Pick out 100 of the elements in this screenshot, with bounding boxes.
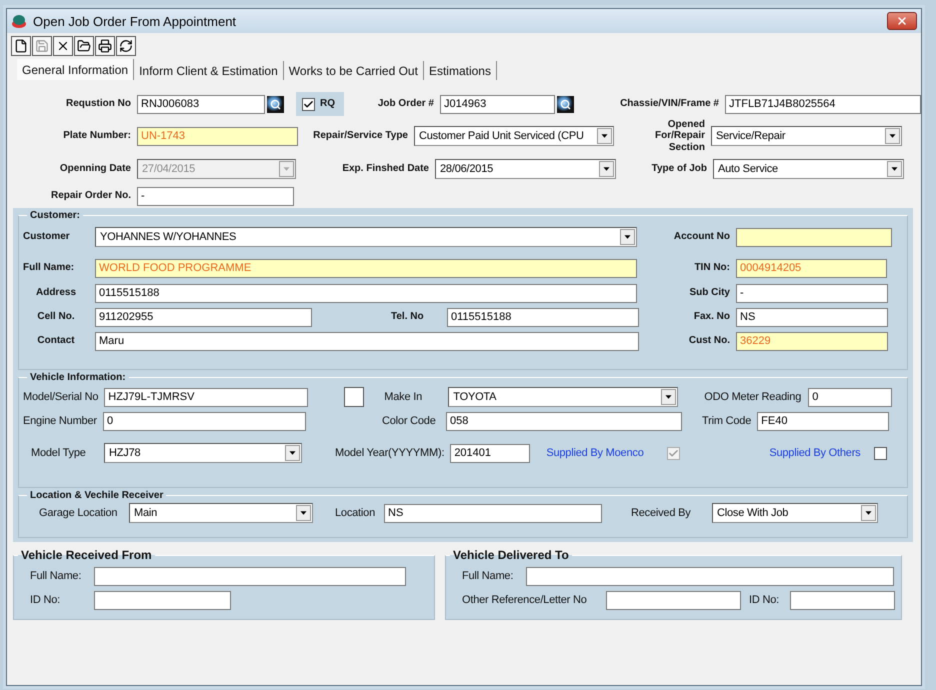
text-field[interactable] [736, 228, 892, 246]
field-label: Location [335, 506, 376, 520]
text-field[interactable]: - [736, 284, 888, 302]
caret-icon [285, 445, 300, 461]
field-label: Customer [23, 231, 71, 243]
field-label: Trim Code [702, 414, 752, 428]
field-label: Cell No. [36, 311, 76, 323]
dropdown[interactable]: HZJ78 [104, 443, 302, 463]
field-label: ID No: [30, 594, 61, 606]
group-title: Vehicle Delivered To [452, 548, 570, 562]
field-label: Repair Order No. [50, 190, 131, 202]
field-label: Full Name: [23, 262, 76, 274]
caret-icon [296, 505, 311, 521]
text-field[interactable]: FE40 [757, 412, 890, 430]
field-label: Fax. No [692, 311, 730, 323]
field-label: Make In [384, 390, 423, 404]
field-label: Requstion No [65, 98, 131, 110]
group-title: Location & Vechile Receiver [29, 490, 164, 501]
field-label: Received By [631, 506, 692, 520]
field-label: Exp. Finshed Date [341, 163, 429, 175]
text-field[interactable]: 058 [446, 412, 682, 430]
printer-icon [98, 39, 112, 53]
text-field[interactable] [94, 566, 406, 586]
checkbox[interactable] [874, 446, 888, 460]
field-label: Type of Job [650, 163, 707, 175]
dropdown[interactable]: Close With Job [712, 503, 878, 523]
print-button[interactable] [95, 36, 115, 56]
tab[interactable]: Works to be Carried Out [284, 61, 424, 80]
field-label: Supplied By Moenco [546, 446, 645, 460]
dropdown[interactable]: YOHANNES W/YOHANNES [95, 227, 637, 247]
field-label: Job Order # [376, 98, 434, 110]
dropdown[interactable]: Customer Paid Unit Serviced (CPU [414, 126, 614, 146]
text-field[interactable]: RNJ006083 [137, 94, 265, 114]
dropdown[interactable]: Service/Repair [711, 126, 902, 146]
caret-icon [599, 161, 614, 177]
field-label: Plate Number: [62, 130, 131, 142]
text-field[interactable] [606, 590, 741, 610]
text-field[interactable]: HZJ79L-TJMRSV [104, 388, 308, 406]
field-label: Openning Date [58, 163, 131, 175]
text-field[interactable]: 0 [808, 388, 892, 406]
dropdown[interactable]: 28/06/2015 [435, 159, 616, 179]
field-label: Account No [672, 231, 730, 243]
text-field[interactable]: NS [384, 504, 602, 522]
field-label: Repair/Service Type [312, 130, 408, 142]
field-label: Garage Location [39, 506, 118, 520]
group-title: Vehicle Information: [29, 372, 127, 383]
text-field[interactable] [790, 590, 895, 610]
field-label: Other Reference/Letter No [462, 594, 588, 606]
caret-icon [887, 161, 902, 177]
close-icon [896, 15, 908, 27]
field-label: Model Year(YYYYMM): [335, 446, 444, 460]
dropdown[interactable]: Auto Service [713, 159, 904, 179]
close-icon [56, 39, 70, 53]
open-button[interactable] [74, 36, 94, 56]
tab[interactable]: Estimations [424, 61, 497, 80]
checkbox[interactable] [302, 98, 315, 110]
field-label: Engine Number [23, 414, 97, 428]
checkbox[interactable] [344, 387, 364, 407]
field-label: ID No: [749, 594, 780, 606]
text-field[interactable]: 0 [103, 412, 306, 430]
caret-icon [279, 161, 294, 177]
field-label: Contact [36, 335, 76, 347]
field-label: Model/Serial No [23, 390, 98, 404]
refresh-button[interactable] [116, 36, 136, 56]
text-field[interactable] [526, 566, 894, 586]
text-field[interactable]: - [137, 186, 294, 206]
search-icon[interactable] [557, 96, 574, 112]
search-icon[interactable] [267, 96, 284, 112]
dropdown[interactable]: Main [129, 503, 313, 523]
field-label: Color Code [382, 414, 437, 428]
new-button[interactable] [11, 36, 31, 56]
group-title: Customer: [29, 210, 82, 221]
text-field[interactable] [94, 590, 231, 610]
text-field[interactable]: 911202955 [95, 308, 312, 326]
folder-icon [77, 39, 91, 53]
close-button[interactable] [887, 12, 917, 30]
text-field[interactable]: 201401 [450, 444, 530, 462]
caret-icon [661, 389, 676, 405]
field-label: Supplied By Others [769, 446, 862, 460]
tab[interactable]: General Information [17, 59, 134, 80]
field-label: Model Type [31, 446, 87, 460]
field-label: Sub City [688, 287, 730, 299]
text-field[interactable]: J014963 [440, 94, 555, 114]
delete-button[interactable] [53, 36, 73, 56]
field-label: TIN No: [693, 262, 730, 274]
field-label: Opened For/Repair Section [654, 118, 705, 154]
tab[interactable]: Inform Client & Estimation [134, 61, 284, 80]
text-field[interactable]: JTFLB71J4B8025564 [725, 94, 921, 114]
field-label: Full Name: [462, 570, 514, 582]
field-label: Full Name: [30, 570, 82, 582]
window-title: Open Job Order From Appointment [33, 14, 238, 28]
app-logo-icon [11, 13, 27, 29]
refresh-icon [119, 39, 133, 53]
group-title: Vehicle Received From [20, 548, 153, 562]
file-icon [14, 39, 28, 53]
dropdown[interactable]: TOYOTA [448, 387, 678, 407]
text-field[interactable]: Maru [95, 332, 639, 350]
text-field[interactable]: 0115515188 [95, 284, 637, 302]
text-field[interactable]: 0115515188 [447, 308, 639, 326]
text-field[interactable]: NS [736, 308, 888, 326]
